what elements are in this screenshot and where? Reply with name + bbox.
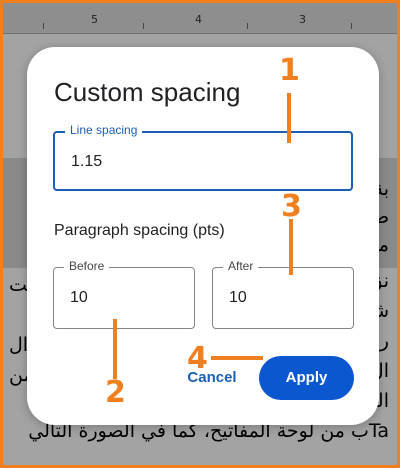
ruler[interactable]: 5 4 3: [3, 3, 397, 34]
apply-button[interactable]: Apply: [259, 356, 354, 400]
ruler-tick: [351, 23, 352, 29]
ruler-tick: [143, 23, 144, 29]
after-value[interactable]: 10: [229, 289, 247, 307]
ruler-tick: [43, 23, 44, 29]
before-label: Before: [64, 259, 110, 273]
annotation-line-2: [113, 319, 117, 379]
ruler-tick: [247, 23, 248, 29]
line-spacing-value[interactable]: 1.15: [71, 153, 102, 171]
line-spacing-label: Line spacing: [65, 123, 143, 137]
annotation-line-1: [287, 93, 291, 143]
before-field[interactable]: Before 10: [53, 259, 195, 329]
before-value[interactable]: 10: [70, 289, 88, 307]
after-field[interactable]: After 10: [212, 259, 354, 329]
ruler-mark: 4: [195, 13, 202, 26]
annotation-number-2: 2: [105, 375, 126, 410]
annotation-number-1: 1: [279, 53, 300, 88]
doc-fragment: ال: [9, 334, 29, 356]
ruler-mark: 3: [299, 13, 306, 26]
annotation-line-3: [289, 219, 293, 275]
after-label: After: [223, 259, 259, 273]
annotation-number-4: 4: [187, 341, 208, 376]
annotation-line-4: [211, 356, 263, 360]
dialog-title: Custom spacing: [54, 77, 241, 107]
paragraph-spacing-heading: Paragraph spacing (pts): [54, 222, 225, 239]
ruler-mark: 5: [91, 13, 98, 26]
screenshot-frame: 5 4 3 بة طان مر نق شر را ال المست Taب من…: [0, 0, 400, 468]
line-spacing-field[interactable]: Line spacing 1.15: [53, 123, 353, 191]
